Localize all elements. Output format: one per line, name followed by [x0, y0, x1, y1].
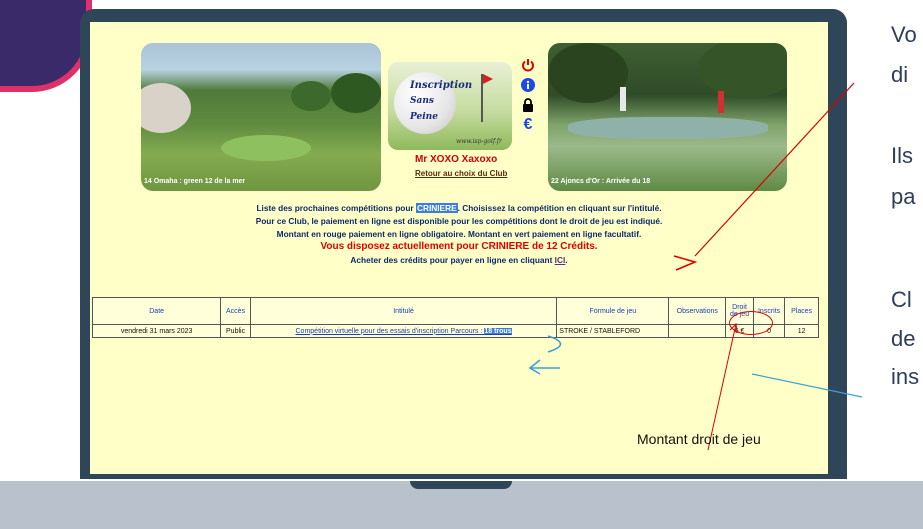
side-text: Cl: [891, 287, 912, 312]
annotation-arrowhead: [729, 322, 738, 333]
annotation-arrowhead: [673, 255, 698, 271]
side-text: Vo: [891, 22, 917, 47]
side-text: ins: [891, 364, 920, 389]
annotation-arrow: [694, 82, 855, 257]
side-text: Ils: [891, 143, 913, 168]
side-text: de: [891, 326, 916, 351]
annotation-caption: Montant droit de jeu: [637, 431, 761, 447]
side-text: pa: [891, 184, 916, 209]
annotation-arrowhead: [528, 359, 541, 375]
annotation-overlay: [528, 82, 863, 451]
annotation-bracket: [547, 335, 562, 353]
annotation-arrow: [751, 373, 863, 398]
side-text: di: [891, 62, 909, 87]
